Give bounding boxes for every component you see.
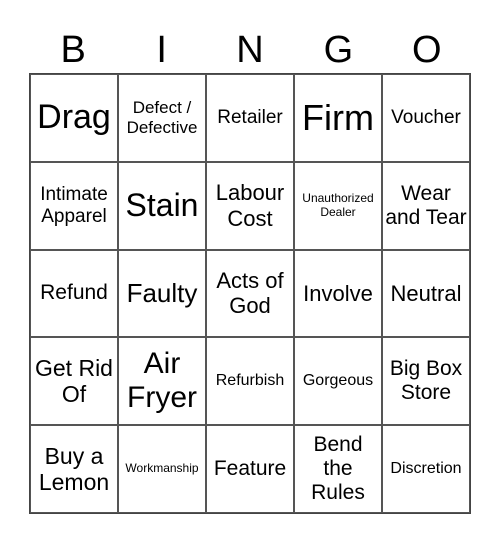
- bingo-cell[interactable]: Gorgeous: [294, 337, 382, 426]
- bingo-cell[interactable]: Neutral: [382, 249, 470, 338]
- header-letter: G: [323, 29, 354, 71]
- bingo-cell[interactable]: Bend the Rules: [294, 425, 382, 513]
- bingo-cell[interactable]: Air Fryer: [118, 337, 206, 426]
- bingo-cell[interactable]: Intimate Apparel: [30, 161, 118, 250]
- bingo-cell[interactable]: Wear and Tear: [382, 161, 470, 250]
- bingo-cell[interactable]: Stain: [118, 161, 206, 250]
- header-letter: B: [60, 29, 86, 71]
- bingo-cell[interactable]: Get Rid Of: [30, 337, 118, 426]
- bingo-cell[interactable]: Acts of God: [206, 249, 294, 338]
- bingo-cell[interactable]: Refund: [30, 249, 118, 338]
- header-letter: N: [236, 29, 264, 71]
- bingo-cell[interactable]: Big Box Store: [382, 337, 470, 426]
- bingo-cell[interactable]: Discretion: [382, 425, 470, 513]
- bingo-cell[interactable]: Unauthorized Dealer: [294, 161, 382, 250]
- bingo-cell[interactable]: Buy a Lemon: [30, 425, 118, 513]
- bingo-cell[interactable]: Faulty: [118, 249, 206, 338]
- bingo-cell[interactable]: Feature: [206, 425, 294, 513]
- bingo-grid: Drag Defect / Defective Retailer Firm Vo…: [29, 73, 471, 514]
- bingo-cell[interactable]: Drag: [30, 74, 118, 162]
- bingo-cell[interactable]: Involve: [294, 249, 382, 338]
- bingo-cell[interactable]: Labour Cost: [206, 161, 294, 250]
- bingo-cell[interactable]: Retailer: [206, 74, 294, 162]
- bingo-header: B I N G O: [29, 28, 471, 73]
- bingo-cell[interactable]: Defect / Defective: [118, 74, 206, 162]
- header-letter: O: [412, 29, 442, 71]
- bingo-cell[interactable]: Refurbish: [206, 337, 294, 426]
- bingo-cell[interactable]: Voucher: [382, 74, 470, 162]
- header-letter: I: [156, 29, 167, 71]
- bingo-cell[interactable]: Firm: [294, 74, 382, 162]
- bingo-cell[interactable]: Workmanship: [118, 425, 206, 513]
